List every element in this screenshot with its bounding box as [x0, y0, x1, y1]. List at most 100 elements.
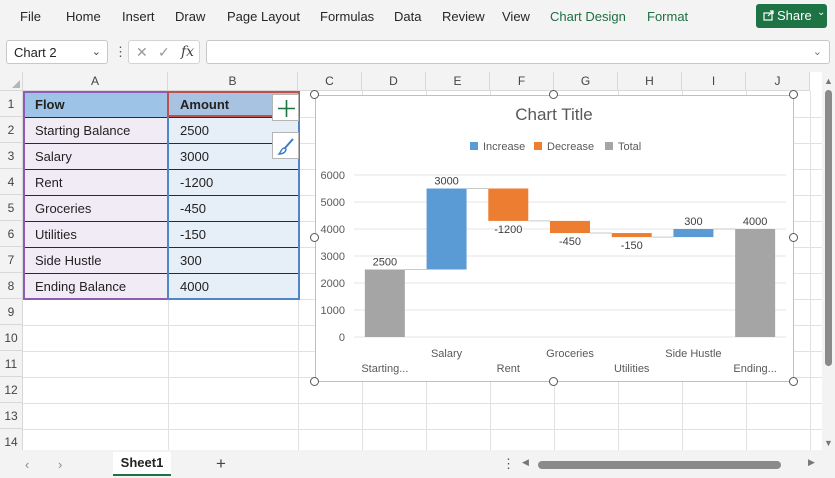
next-sheet-icon[interactable]: › — [58, 457, 62, 472]
formula-input[interactable]: ⌄ — [206, 40, 830, 64]
column-header[interactable]: J — [746, 72, 810, 91]
tab-formulas[interactable]: Formulas — [320, 9, 374, 24]
scroll-right-icon[interactable]: ▶ — [808, 457, 815, 468]
column-header[interactable]: F — [490, 72, 554, 91]
column-header[interactable]: A — [23, 72, 168, 91]
y-tick-label: 1000 — [321, 305, 345, 317]
row-header[interactable]: 11 — [0, 351, 23, 377]
row-header[interactable]: 13 — [0, 403, 23, 429]
table-cell[interactable]: Rent — [24, 170, 167, 195]
legend-swatch-increase — [470, 142, 478, 150]
prev-sheet-icon[interactable]: ‹ — [25, 457, 29, 472]
column-header[interactable]: C — [298, 72, 362, 91]
column-header[interactable]: D — [362, 72, 426, 91]
data-label: -450 — [559, 236, 581, 248]
row-header[interactable]: 4 — [0, 169, 23, 195]
legend-label-total[interactable]: Total — [618, 141, 641, 153]
table-cell[interactable]: Groceries — [24, 196, 167, 221]
column-header[interactable]: G — [554, 72, 618, 91]
table-cell[interactable]: Salary — [24, 144, 167, 169]
tab-format[interactable]: Format — [647, 9, 688, 24]
scroll-up-icon[interactable]: ▲ — [824, 76, 833, 86]
vertical-scrollbar[interactable] — [825, 90, 832, 366]
legend-label-increase[interactable]: Increase — [483, 141, 525, 153]
table-cell[interactable]: -1200 — [169, 170, 298, 195]
table-cell[interactable]: 4000 — [169, 274, 298, 299]
table-cell[interactable]: Starting Balance — [24, 118, 167, 143]
bar-increase[interactable] — [426, 188, 467, 270]
cancel-icon[interactable]: ✕ — [136, 44, 148, 61]
bar-decrease[interactable] — [488, 188, 529, 221]
share-button[interactable]: Share ⌄ — [756, 4, 827, 28]
bar-decrease[interactable] — [550, 220, 590, 234]
column-header[interactable]: B — [168, 72, 298, 91]
waterfall-chart[interactable]: Chart Title Increase Decrease Total 0 1000 2… — [315, 95, 794, 382]
bar-total[interactable] — [735, 229, 776, 337]
resize-handle[interactable] — [549, 377, 558, 386]
resize-handle[interactable] — [310, 233, 319, 242]
tab-page-layout[interactable]: Page Layout — [227, 9, 300, 24]
table-cell[interactable]: Utilities — [24, 222, 167, 247]
row-header[interactable]: 10 — [0, 325, 23, 351]
chart-elements-button[interactable] — [272, 94, 299, 121]
name-box[interactable]: Chart 2 ⌄ — [6, 40, 108, 64]
table-cell[interactable]: Ending Balance — [24, 274, 167, 299]
row-header[interactable]: 5 — [0, 195, 23, 221]
resize-handle[interactable] — [310, 377, 319, 386]
chevron-down-icon[interactable]: ⌄ — [92, 45, 101, 58]
scroll-left-icon[interactable]: ◀ — [522, 457, 529, 468]
legend-label-decrease[interactable]: Decrease — [547, 141, 594, 153]
table-header-cell[interactable]: Flow — [24, 92, 167, 117]
tab-chart-design[interactable]: Chart Design — [550, 9, 626, 24]
tab-draw[interactable]: Draw — [175, 9, 205, 24]
row-header[interactable]: 9 — [0, 299, 23, 325]
column-header[interactable]: I — [682, 72, 746, 91]
resize-handle[interactable] — [789, 233, 798, 242]
tab-view[interactable]: View — [502, 9, 530, 24]
table-cell[interactable]: 300 — [169, 248, 298, 273]
chart-title[interactable]: Chart Title — [515, 105, 592, 124]
y-tick-label: 4000 — [321, 224, 345, 236]
x-category-label: Salary — [431, 348, 463, 360]
tab-home[interactable]: Home — [66, 9, 101, 24]
bar-decrease[interactable] — [611, 233, 652, 238]
tab-review[interactable]: Review — [442, 9, 485, 24]
y-tick-label: 2000 — [321, 278, 345, 290]
sheet-tab-sheet1[interactable]: Sheet1 — [113, 452, 171, 476]
resize-handle[interactable] — [789, 377, 798, 386]
table-cell[interactable]: -450 — [169, 196, 298, 221]
row-header[interactable]: 2 — [0, 117, 23, 143]
horizontal-scrollbar[interactable] — [538, 461, 781, 469]
column-header[interactable]: H — [618, 72, 682, 91]
select-all-button[interactable] — [0, 72, 23, 91]
row-header[interactable]: 7 — [0, 247, 23, 273]
row-header[interactable]: 12 — [0, 377, 23, 403]
data-label: 4000 — [743, 216, 767, 228]
tab-insert[interactable]: Insert — [122, 9, 155, 24]
table-cell[interactable]: -150 — [169, 222, 298, 247]
scroll-down-icon[interactable]: ▼ — [824, 438, 833, 448]
insert-function-icon[interactable]: fx — [181, 44, 194, 60]
resize-handle[interactable] — [549, 90, 558, 99]
resize-handle[interactable] — [789, 90, 798, 99]
x-category-label: Starting... — [361, 363, 408, 375]
row-header[interactable]: 6 — [0, 221, 23, 247]
add-sheet-icon[interactable]: + — [216, 454, 226, 474]
enter-icon[interactable]: ✓ — [158, 44, 170, 61]
expand-formula-icon[interactable]: ⌄ — [813, 45, 822, 58]
bar-increase[interactable] — [673, 229, 714, 238]
row-header[interactable]: 1 — [0, 91, 23, 117]
chart-styles-button[interactable] — [272, 132, 299, 159]
row-header[interactable]: 3 — [0, 143, 23, 169]
row-header[interactable]: 14 — [0, 429, 23, 450]
bar-total[interactable] — [364, 269, 405, 338]
column-header[interactable]: E — [426, 72, 490, 91]
tab-data[interactable]: Data — [394, 9, 421, 24]
more-options-icon[interactable]: ⋮ — [114, 44, 127, 60]
row-header[interactable]: 8 — [0, 273, 23, 299]
resize-handle[interactable] — [310, 90, 319, 99]
data-label: 3000 — [434, 176, 458, 188]
table-cell[interactable]: Side Hustle — [24, 248, 167, 273]
more-options-icon[interactable]: ⋮ — [502, 456, 515, 472]
tab-file[interactable]: File — [20, 9, 41, 24]
